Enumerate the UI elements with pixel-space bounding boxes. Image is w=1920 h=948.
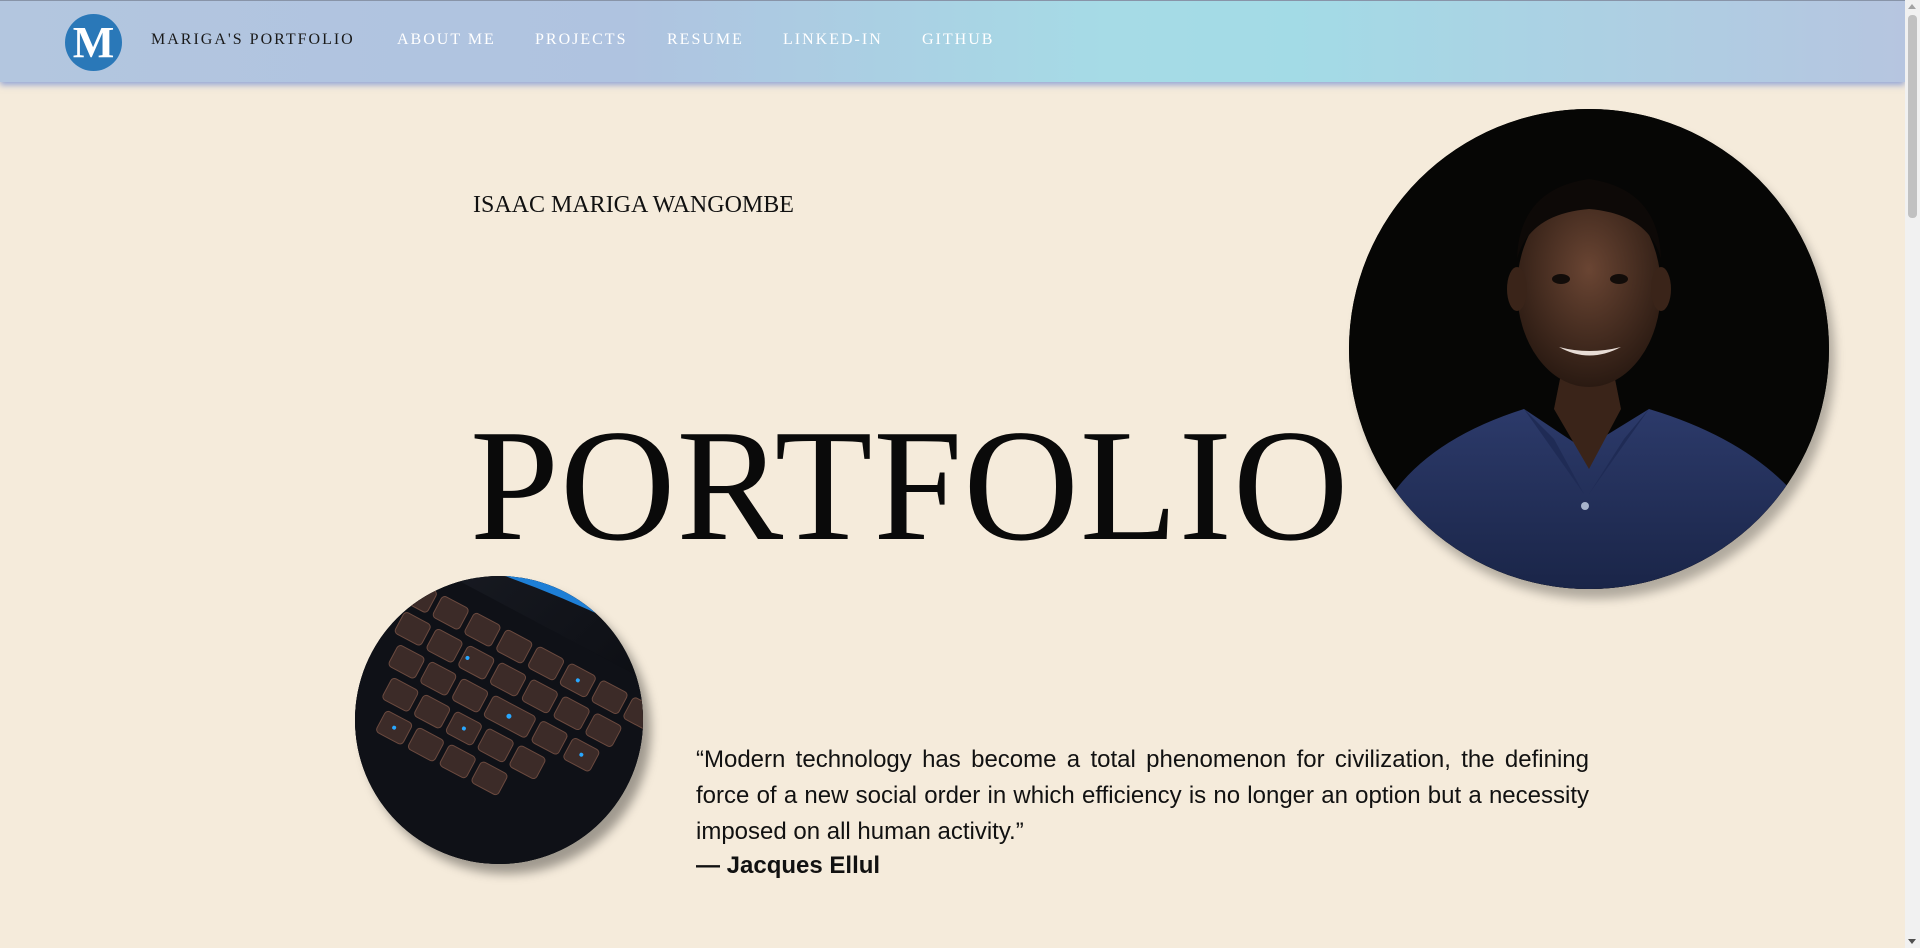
scroll-up-icon[interactable] [1908, 4, 1916, 9]
logo-icon[interactable]: M [65, 14, 122, 71]
scrollbar-thumb[interactable] [1908, 15, 1917, 218]
portrait-illustration [1349, 109, 1829, 589]
profile-photo [1349, 109, 1829, 589]
top-navbar: M MARIGA'S PORTFOLIO ABOUT ME PROJECTS R… [0, 0, 1905, 82]
keyboard-illustration [355, 576, 643, 864]
nav-linkedin[interactable]: LINKED-IN [783, 31, 883, 49]
nav-about-me[interactable]: ABOUT ME [397, 31, 496, 49]
vertical-scrollbar[interactable] [1905, 0, 1920, 948]
author-name: ISAAC MARIGA WANGOMBE [473, 192, 794, 218]
nav-projects[interactable]: PROJECTS [535, 31, 627, 49]
keyboard-photo [355, 576, 643, 864]
hero-title: PORTFOLIO [470, 396, 1350, 574]
nav-resume[interactable]: RESUME [667, 31, 744, 49]
nav-github[interactable]: GITHUB [922, 31, 994, 49]
quote-author: — Jacques Ellul [696, 852, 881, 879]
logo-letter: M [72, 17, 115, 67]
brand-link[interactable]: MARIGA'S PORTFOLIO [151, 31, 355, 49]
scroll-down-icon[interactable] [1908, 939, 1916, 944]
quote-text: “Modern technology has become a total ph… [696, 746, 1589, 845]
